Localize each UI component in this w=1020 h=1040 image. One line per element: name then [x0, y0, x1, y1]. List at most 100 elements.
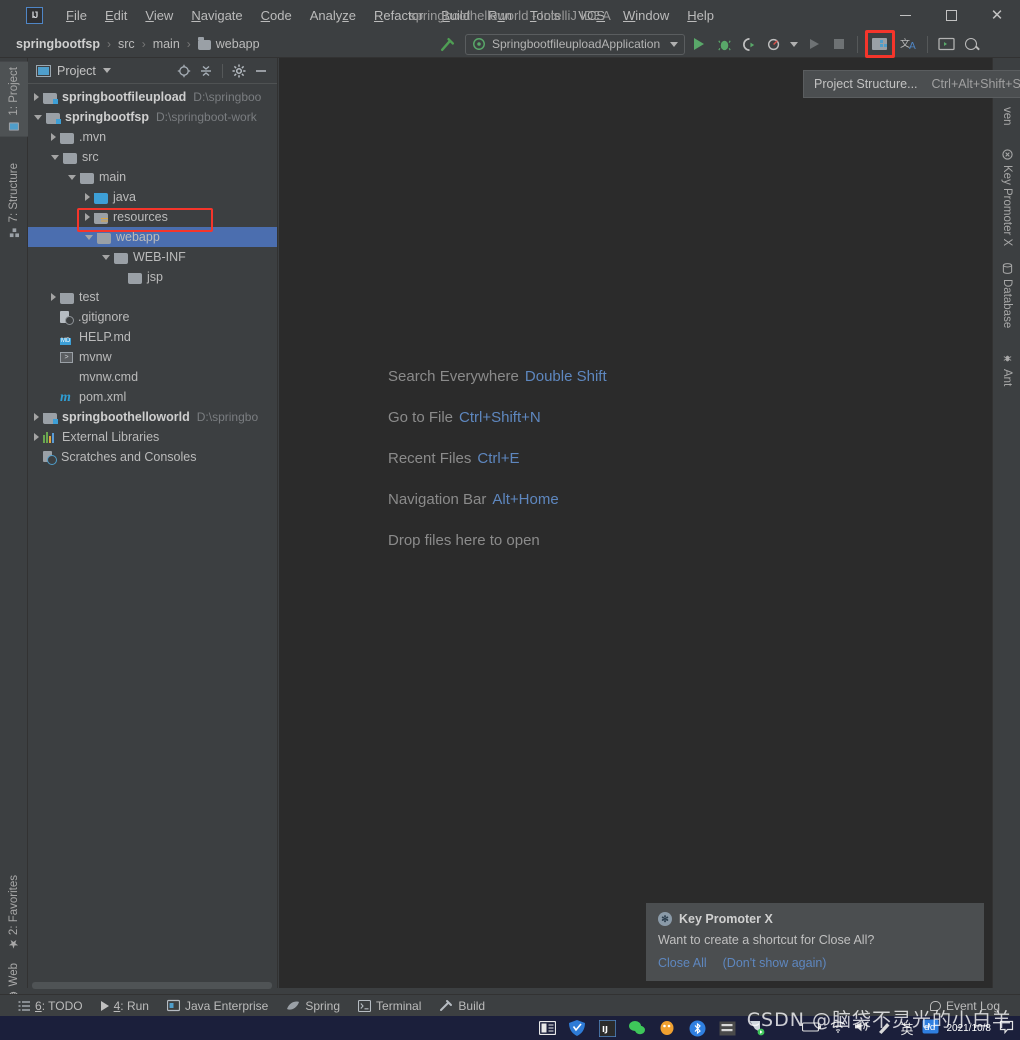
- gear-icon[interactable]: [229, 61, 249, 81]
- tree-node--gitignore[interactable]: .gitignore: [28, 307, 277, 327]
- tree-node-mvnw-cmd[interactable]: mvnw.cmd: [28, 367, 277, 387]
- expand-toggle-icon[interactable]: [51, 154, 59, 160]
- module-folder-icon: [43, 412, 58, 424]
- taskview-icon[interactable]: [534, 1017, 560, 1039]
- sidebar-item-project[interactable]: 1: Project: [0, 62, 28, 137]
- status-item-spring[interactable]: Spring: [286, 999, 340, 1013]
- run-with-coverage-button[interactable]: [738, 33, 760, 55]
- menu-item-view[interactable]: View: [136, 4, 182, 27]
- expand-toggle-icon[interactable]: [34, 93, 39, 101]
- scroll-from-source-icon[interactable]: [174, 61, 194, 81]
- dont-show-again-link[interactable]: (Don't show again): [723, 956, 827, 970]
- sidebar-item-structure[interactable]: 7: Structure: [0, 158, 28, 243]
- status-item-run[interactable]: 4: Run: [100, 999, 149, 1013]
- search-icon[interactable]: [960, 33, 982, 55]
- expand-toggle-icon[interactable]: [51, 133, 56, 141]
- breadcrumb-src[interactable]: src: [118, 37, 135, 51]
- tree-node-springbootfileupload[interactable]: springbootfileupload D:\springboo: [28, 87, 277, 107]
- sidebar-item-ant[interactable]: Ant: [993, 348, 1020, 391]
- menu-item-refactor[interactable]: Refactor: [365, 4, 432, 27]
- expand-toggle-icon[interactable]: [68, 174, 76, 180]
- maximize-button[interactable]: [928, 0, 974, 30]
- tree-node-external-libraries[interactable]: External Libraries: [28, 427, 277, 447]
- tencent-browser-icon[interactable]: [564, 1017, 590, 1039]
- status-item-terminal[interactable]: Terminal: [358, 999, 421, 1013]
- open-terminal-icon[interactable]: [935, 33, 957, 55]
- project-tree[interactable]: springbootfileupload D:\springboo springbo…: [28, 84, 277, 467]
- tree-node-web-inf[interactable]: WEB-INF: [28, 247, 277, 267]
- project-horizontal-scrollbar[interactable]: [32, 982, 272, 989]
- status-item-java-enterprise[interactable]: Java Enterprise: [166, 999, 268, 1013]
- build-hammer-icon[interactable]: [436, 33, 458, 55]
- tree-node-src[interactable]: src: [28, 147, 277, 167]
- hide-panel-icon[interactable]: [251, 61, 271, 81]
- sidebar-item-favorites[interactable]: ★ 2: Favorites: [0, 870, 28, 956]
- expand-toggle-icon[interactable]: [85, 234, 93, 240]
- tree-node-webapp[interactable]: webapp: [28, 227, 277, 247]
- breadcrumb-main[interactable]: main: [153, 37, 180, 51]
- tree-node-resources[interactable]: resources: [28, 207, 277, 227]
- tree-node-springboothelloworld[interactable]: springboothelloworld D:\springbo: [28, 407, 277, 427]
- tree-node-help-md[interactable]: HELP.md: [28, 327, 277, 347]
- expand-toggle-icon[interactable]: [102, 254, 110, 260]
- status-item-build[interactable]: Build: [439, 999, 485, 1013]
- status-item-todo[interactable]: 6: TODO: [18, 999, 83, 1013]
- run-configuration-selector[interactable]: SpringbootfileuploadApplication: [465, 33, 686, 55]
- unknown-app-icon[interactable]: [714, 1017, 740, 1039]
- tree-node-label: webapp: [116, 230, 160, 244]
- tree-node-label: src: [82, 150, 99, 164]
- profiler-button[interactable]: [763, 33, 785, 55]
- close-button[interactable]: ✕: [974, 0, 1020, 30]
- editor-empty-area[interactable]: Search Everywhere Double Shift Go to File…: [279, 58, 992, 988]
- tree-node-test[interactable]: test: [28, 287, 277, 307]
- tree-node-springbootfsp[interactable]: springbootfsp D:\springboot-work: [28, 107, 277, 127]
- sidebar-item-key-promoter-x[interactable]: Key Promoter X: [993, 144, 1020, 251]
- expand-toggle-icon[interactable]: [34, 114, 42, 120]
- breadcrumb-project[interactable]: springbootfsp: [16, 37, 100, 51]
- run-icon: [100, 1000, 109, 1011]
- menu-item-tools[interactable]: Tools: [521, 4, 569, 27]
- menu-item-help[interactable]: Help: [678, 4, 723, 27]
- collapse-all-icon[interactable]: [196, 61, 216, 81]
- debug-button[interactable]: [713, 33, 735, 55]
- profiler-dropdown-icon[interactable]: [788, 33, 800, 55]
- minimize-button[interactable]: [882, 0, 928, 30]
- menu-item-analyze[interactable]: Analyze: [301, 4, 365, 27]
- sidebar-label-database: Database: [1001, 279, 1013, 329]
- menu-item-window[interactable]: Window: [614, 4, 678, 27]
- expand-toggle-icon[interactable]: [85, 213, 90, 221]
- status-label-build: Build: [458, 998, 486, 1013]
- tree-node-scratches-and-consoles[interactable]: Scratches and Consoles: [28, 447, 277, 467]
- translate-icon[interactable]: 文A: [898, 33, 920, 55]
- qq-icon[interactable]: [654, 1017, 680, 1039]
- intellij-taskbar-icon[interactable]: IJ: [594, 1017, 620, 1039]
- tree-node-jsp[interactable]: jsp: [28, 267, 277, 287]
- bluetooth-icon[interactable]: [684, 1017, 710, 1039]
- expand-toggle-icon[interactable]: [85, 193, 90, 201]
- breadcrumb-webapp[interactable]: webapp: [216, 37, 260, 51]
- run-button[interactable]: [688, 33, 710, 55]
- chevron-down-icon[interactable]: [102, 68, 111, 73]
- expand-toggle-icon[interactable]: [51, 293, 56, 301]
- sidebar-item-maven[interactable]: ven: [993, 102, 1020, 131]
- expand-toggle-icon[interactable]: [34, 413, 39, 421]
- sidebar-item-database[interactable]: Database: [993, 258, 1020, 333]
- menu-item-code[interactable]: Code: [252, 4, 301, 27]
- tree-node-mvnw[interactable]: > mvnw: [28, 347, 277, 367]
- menu-item-run[interactable]: Run: [479, 4, 521, 27]
- menu-item-file[interactable]: File: [57, 4, 96, 27]
- tree-node-pom-xml[interactable]: m pom.xml: [28, 387, 277, 407]
- menu-item-build[interactable]: Build: [432, 4, 479, 27]
- tree-node-main[interactable]: main: [28, 167, 277, 187]
- sidebar-label-structure: 7: Structure: [8, 163, 20, 223]
- menu-item-vcs[interactable]: VCS: [569, 4, 614, 27]
- tree-node-java[interactable]: java: [28, 187, 277, 207]
- menu-item-navigate[interactable]: Navigate: [182, 4, 251, 27]
- tree-node--mvn[interactable]: .mvn: [28, 127, 277, 147]
- project-structure-button[interactable]: [865, 30, 896, 58]
- folder-icon: [63, 152, 77, 164]
- expand-toggle-icon[interactable]: [34, 433, 39, 441]
- wechat-icon[interactable]: [624, 1017, 650, 1039]
- close-all-link[interactable]: Close All: [658, 956, 707, 970]
- menu-item-edit[interactable]: Edit: [96, 4, 136, 27]
